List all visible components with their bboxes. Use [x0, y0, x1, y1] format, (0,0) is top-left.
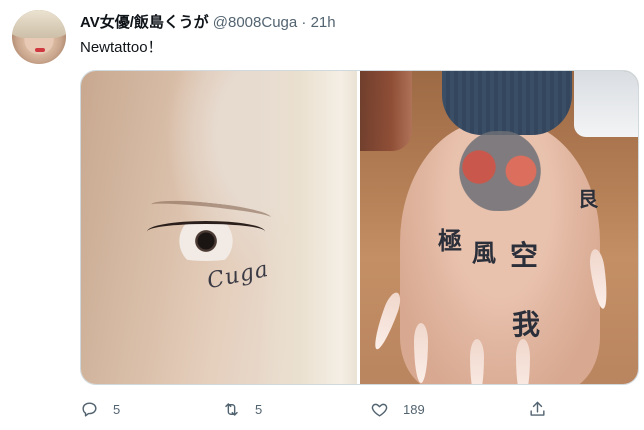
photo-hair: [257, 71, 357, 384]
share-button[interactable]: [528, 397, 561, 421]
reply-icon: [82, 401, 97, 417]
kanji-1: 極: [438, 227, 462, 255]
kanji-5: 艮: [578, 187, 598, 211]
separator-dot: ·: [301, 14, 307, 31]
photo-eyelash: [147, 221, 265, 242]
tweet[interactable]: AV女優/飯島くうが @8008Cuga · 21h Newtattoo！ Cu…: [0, 0, 644, 430]
photo-plate: [574, 71, 638, 137]
avatar-lips: [35, 48, 45, 52]
photo-sleeve: [442, 71, 572, 135]
kanji-2: 風: [472, 239, 496, 267]
tweet-header: AV女優/飯島くうが @8008Cuga · 21h: [80, 14, 336, 32]
display-name[interactable]: AV女優/飯島くうが: [80, 14, 209, 31]
photo-hand-tattoo[interactable]: 極 風 空 我 艮: [360, 71, 638, 384]
tweet-text: Newtattoo！: [80, 39, 163, 56]
kanji-4: 我: [512, 308, 541, 341]
photo-cup: [360, 71, 412, 151]
heart-icon: [371, 403, 388, 417]
fingernail: [470, 339, 484, 384]
avatar-hair: [12, 10, 66, 38]
user-handle[interactable]: @8008Cuga: [213, 14, 297, 31]
retweet-icon: [225, 402, 238, 416]
tweet-time[interactable]: 21h: [311, 14, 336, 31]
retweet-count: 5: [255, 401, 263, 417]
goldfish-tattoo: [430, 131, 570, 211]
kanji-3: 空: [510, 239, 539, 272]
fingernail: [516, 339, 530, 384]
retweet-button[interactable]: 5: [222, 397, 262, 421]
like-button[interactable]: 189: [370, 397, 425, 421]
photo-face-tattoo[interactable]: Cuga: [81, 71, 357, 384]
tweet-actions: 5 5 189: [80, 397, 600, 421]
share-icon: [530, 401, 545, 416]
tweet-media[interactable]: Cuga 極 風 空 我 艮: [80, 70, 639, 385]
reply-count: 5: [113, 401, 121, 417]
reply-button[interactable]: 5: [80, 397, 120, 421]
avatar[interactable]: [12, 10, 66, 64]
like-count: 189: [403, 401, 425, 417]
fingernail: [370, 290, 404, 352]
